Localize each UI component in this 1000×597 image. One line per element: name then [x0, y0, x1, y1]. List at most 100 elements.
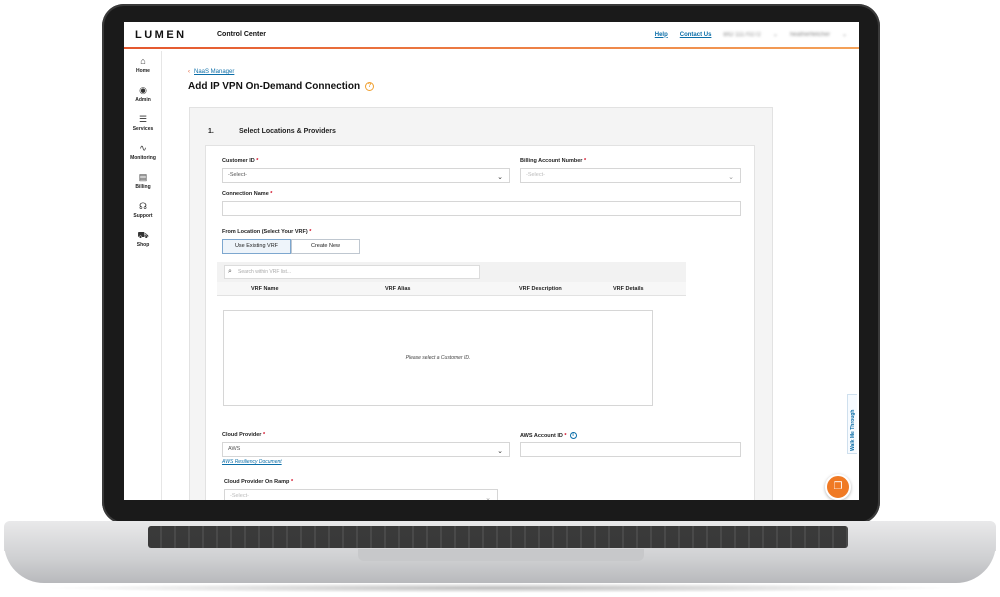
home-icon: ⌂	[140, 56, 146, 66]
aws-account-id-label-text: AWS Account ID	[520, 432, 563, 439]
breadcrumb: ‹ NaaS Manager	[188, 69, 234, 75]
page-title: Add IP VPN On-Demand Connection?	[188, 81, 375, 92]
sidebar-item-services[interactable]: ☰ Services	[124, 109, 162, 138]
required-mark: *	[290, 479, 294, 485]
vrf-toggle-group: Use Existing VRF Create New	[222, 239, 360, 254]
chevron-down-icon: ⌄	[497, 174, 503, 181]
connection-name-label-text: Connection Name	[222, 191, 269, 197]
top-links: Help Contact Us BID 11170272 ⌄ heatherfl…	[655, 31, 847, 39]
vrf-table-header: VRF Name VRF Alias VRF Description VRF D…	[217, 282, 686, 296]
info-icon[interactable]: i	[569, 432, 577, 439]
cloud-provider-select[interactable]: AWS ⌄	[222, 442, 510, 457]
top-bar: LUMEN Control Center Help Contact Us BID…	[124, 22, 859, 49]
required-mark: *	[564, 432, 567, 439]
chevron-down-icon: ⌄	[485, 495, 491, 500]
step-title: Select Locations & Providers	[239, 128, 336, 135]
chat-icon: ❐	[833, 481, 843, 492]
column-header-vrf-name[interactable]: VRF Name	[251, 286, 279, 292]
customer-id-label: Customer ID *	[222, 158, 258, 164]
vrf-table-body: Please select a Customer ID.	[223, 310, 653, 406]
sidebar: ⌂ Home ◉ Admin ☰ Services ∿ Monitoring ▤…	[124, 51, 162, 500]
connection-name-label: Connection Name *	[222, 191, 272, 197]
help-circle-icon[interactable]: ?	[365, 81, 375, 91]
lumen-logo[interactable]: LUMEN	[135, 29, 187, 41]
step-number: 1.	[208, 128, 214, 135]
pulse-icon: ∿	[139, 143, 147, 153]
form-card: 1. Select Locations & Providers Customer…	[189, 107, 773, 500]
from-location-label-text: From Location (Select Your VRF)	[222, 229, 308, 235]
breadcrumb-link-naas-manager[interactable]: NaaS Manager	[194, 69, 234, 75]
sidebar-item-label: Billing	[135, 184, 151, 190]
vrf-search-bar: ⌕ Search within VRF list...	[217, 262, 686, 282]
user-menu[interactable]: heatherfletcher	[790, 32, 830, 38]
headset-icon: ☊	[139, 201, 147, 211]
sidebar-item-shop[interactable]: ⛟ Shop	[124, 225, 162, 254]
required-mark: *	[262, 432, 266, 438]
cloud-provider-on-ramp-select[interactable]: -Select- ⌄	[224, 489, 498, 500]
chevron-down-icon: ⌄	[728, 174, 734, 181]
sidebar-item-label: Services	[132, 126, 154, 132]
vrf-empty-message: Please select a Customer ID.	[405, 355, 471, 361]
sidebar-item-support[interactable]: ☊ Support	[124, 196, 162, 225]
chevron-left-icon[interactable]: ‹	[188, 69, 190, 75]
laptop-mockup: LUMEN Control Center Help Contact Us BID…	[0, 0, 1000, 597]
page-title-text: Add IP VPN On-Demand Connection	[188, 81, 361, 92]
cart-icon: ⛟	[137, 230, 149, 240]
billing-account-label-text: Billing Account Number	[520, 158, 583, 164]
connection-name-input[interactable]	[222, 201, 741, 216]
sidebar-item-monitoring[interactable]: ∿ Monitoring	[124, 138, 162, 167]
sidebar-item-home[interactable]: ⌂ Home	[124, 51, 162, 80]
customer-id-select[interactable]: -Select- ⌄	[222, 168, 510, 183]
account-selector[interactable]: BID 11170272	[723, 32, 760, 38]
chat-button[interactable]: ❐	[825, 474, 851, 500]
sidebar-item-label: Shop	[136, 242, 150, 248]
help-link[interactable]: Help	[655, 32, 668, 38]
billing-account-select[interactable]: -Select- ⌄	[520, 168, 741, 183]
required-mark: *	[270, 191, 273, 197]
cloud-provider-on-ramp-label: Cloud Provider On Ramp *	[224, 479, 293, 485]
search-icon: ⌕	[228, 268, 232, 275]
cloud-provider-label: Cloud Provider *	[222, 432, 265, 438]
laptop-keyboard	[148, 526, 848, 548]
column-header-vrf-alias[interactable]: VRF Alias	[385, 286, 410, 292]
from-location-label: From Location (Select Your VRF) *	[222, 229, 311, 235]
vrf-search-input[interactable]: ⌕ Search within VRF list...	[224, 265, 480, 279]
sidebar-item-admin[interactable]: ◉ Admin	[124, 80, 162, 109]
aws-account-id-input[interactable]	[520, 442, 741, 457]
sidebar-item-billing[interactable]: ▤ Billing	[124, 167, 162, 196]
billing-account-label: Billing Account Number *	[520, 158, 586, 164]
use-existing-vrf-button[interactable]: Use Existing VRF	[222, 239, 291, 254]
required-mark: *	[309, 229, 312, 235]
column-header-vrf-description[interactable]: VRF Description	[519, 286, 562, 292]
vrf-search-placeholder: Search within VRF list...	[238, 269, 292, 275]
billing-account-value: -Select-	[526, 172, 545, 178]
sidebar-item-label: Admin	[135, 97, 151, 103]
chevron-down-icon: ⌄	[497, 448, 503, 455]
contact-us-link[interactable]: Contact Us	[680, 32, 712, 38]
on-ramp-label-text: Cloud Provider On Ramp	[224, 479, 290, 485]
cloud-provider-value: AWS	[228, 446, 241, 452]
laptop-trackpad	[358, 549, 644, 561]
required-mark: *	[256, 158, 259, 164]
screen: LUMEN Control Center Help Contact Us BID…	[124, 22, 859, 500]
column-header-vrf-details[interactable]: VRF Details	[613, 286, 644, 292]
aws-account-id-label: AWS Account ID * i	[520, 432, 577, 439]
list-icon: ☰	[138, 114, 148, 124]
app-title: Control Center	[217, 31, 266, 38]
document-icon: ▤	[138, 172, 148, 182]
on-ramp-value: -Select-	[230, 493, 249, 499]
laptop-shadow	[40, 583, 960, 593]
aws-resiliency-document-link[interactable]: AWS Resiliency Document	[222, 459, 282, 465]
sidebar-item-label: Support	[133, 213, 153, 219]
customer-id-label-text: Customer ID	[222, 158, 255, 164]
form-panel: Customer ID * -Select- ⌄ Billing Account…	[205, 145, 755, 500]
walk-me-through-label: Walk Me Through	[850, 409, 856, 451]
chevron-down-icon[interactable]: ⌄	[773, 31, 778, 38]
required-mark: *	[583, 158, 587, 164]
customer-id-value: -Select-	[228, 172, 247, 178]
sidebar-item-label: Monitoring	[130, 155, 156, 161]
create-new-vrf-button[interactable]: Create New	[291, 239, 360, 254]
sidebar-item-label: Home	[136, 68, 150, 74]
chevron-down-icon[interactable]: ⌄	[842, 31, 847, 38]
walk-me-through-tab[interactable]: Walk Me Through	[847, 394, 857, 454]
